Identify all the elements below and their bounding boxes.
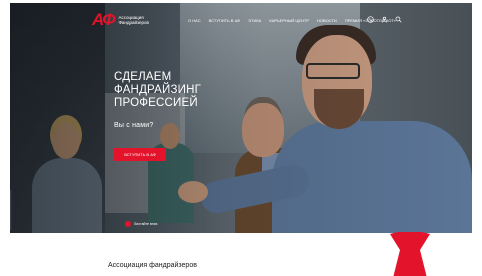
phone-icon[interactable]: [366, 15, 374, 23]
menu-item-career[interactable]: Карьерный центр: [269, 18, 309, 23]
hero-overlay: [10, 3, 472, 233]
site-logo[interactable]: АФ Ассоциация Фандрайзеров: [92, 11, 158, 28]
hero-subtitle: Вы с нами?: [114, 122, 154, 129]
scroll-down-link[interactable]: Листайте вниз: [125, 221, 157, 227]
keyhole-graphic: [380, 231, 440, 276]
intro-heading: Ассоциация фандрайзеров: [108, 262, 197, 269]
join-button[interactable]: Вступить в АФ: [114, 148, 166, 161]
search-icon[interactable]: [394, 15, 402, 23]
hero-title-line-1: Сделаем: [114, 71, 172, 83]
menu-item-ethics[interactable]: Этика: [248, 18, 261, 23]
menu-item-join[interactable]: Вступить в АФ: [209, 18, 241, 23]
hero-title: Сделаем фандрайзинг профессией: [114, 71, 234, 110]
logo-text: Ассоциация Фандрайзеров: [118, 14, 149, 25]
user-icon[interactable]: [380, 15, 388, 23]
scroll-down-icon: [125, 221, 131, 227]
scroll-down-label: Листайте вниз: [134, 222, 158, 226]
page: АФ Ассоциация Фандрайзеров О нас Вступит…: [0, 0, 482, 276]
top-navigation: АФ Ассоциация Фандрайзеров О нас Вступит…: [10, 3, 472, 37]
logo-mark: АФ: [92, 10, 116, 29]
hero-title-line-3: профессией: [114, 97, 198, 109]
left-edge-fade: [0, 190, 12, 230]
menu-item-about[interactable]: О нас: [188, 18, 201, 23]
hero-title-line-2: фандрайзинг: [114, 84, 202, 96]
hero-section: АФ Ассоциация Фандрайзеров О нас Вступит…: [10, 3, 472, 233]
main-menu: О нас Вступить в АФ Этика Карьерный цент…: [188, 18, 396, 23]
menu-item-news[interactable]: Новости: [317, 18, 337, 23]
nav-icons: [366, 15, 402, 23]
